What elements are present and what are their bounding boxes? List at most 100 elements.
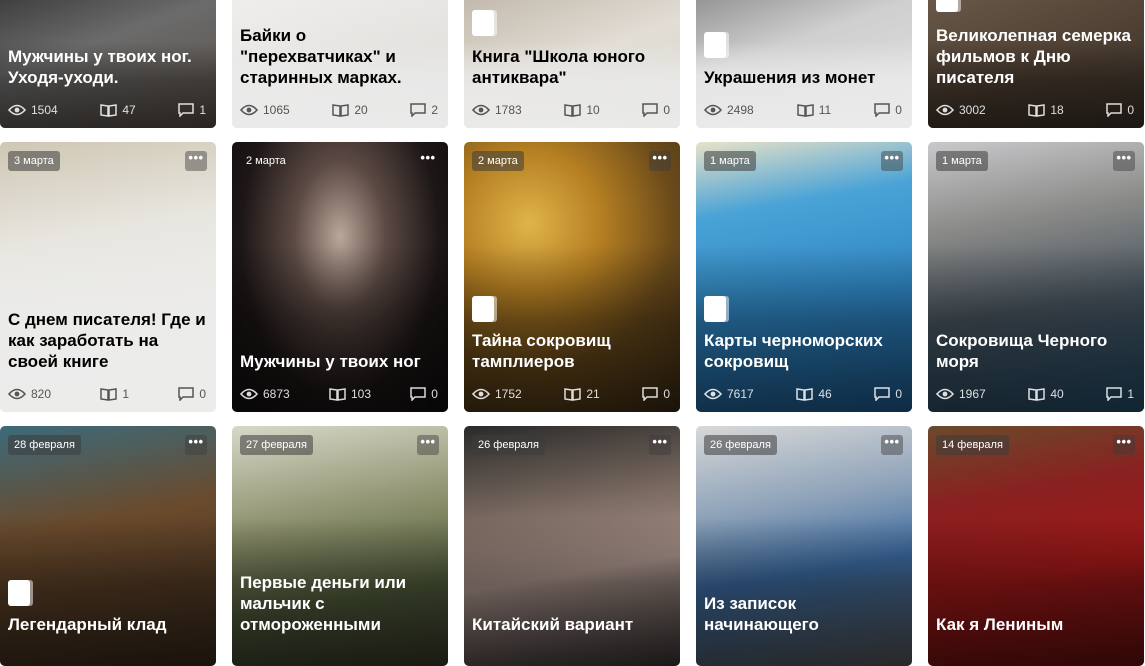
card-stats: 820 1 0	[8, 386, 206, 402]
article-card[interactable]: Украшения из монет 2498 11 0	[696, 0, 912, 128]
card-stats: 1752 21 0	[472, 386, 670, 402]
book-icon	[329, 388, 346, 401]
document-icon	[472, 296, 494, 322]
card-date: 3 марта	[8, 151, 60, 171]
card-date: 1 марта	[704, 151, 756, 171]
card-stats: 2498 11 0	[704, 102, 902, 118]
card-date: 14 февраля	[936, 435, 1009, 455]
article-card[interactable]: 1 марта ••• Сокровища Черного моря 1967 …	[928, 142, 1144, 412]
views-stat: 820	[8, 387, 51, 401]
card-title[interactable]: Украшения из монет	[704, 67, 904, 88]
more-dots-icon[interactable]: •••	[649, 151, 671, 171]
card-title[interactable]: Великолепная семерка фильмов к Дню писат…	[936, 25, 1136, 88]
card-stats: 1783 10 0	[472, 102, 670, 118]
more-dots-icon[interactable]: •••	[185, 435, 207, 455]
more-dots-icon[interactable]: •••	[649, 435, 671, 455]
article-card[interactable]: Мужчины у твоих ног. Уходя-уходи. 1504 4…	[0, 0, 216, 128]
card-title[interactable]: Сокровища Черного моря	[936, 330, 1136, 372]
card-date: 28 февраля	[8, 435, 81, 455]
card-title[interactable]: Как я Лениным	[936, 614, 1136, 635]
article-card[interactable]: 27 февраля ••• Первые деньги или мальчик…	[232, 426, 448, 666]
eye-icon	[704, 388, 722, 400]
comment-icon	[178, 103, 195, 117]
card-title[interactable]: Из записок начинающего	[704, 593, 904, 635]
eye-icon	[704, 104, 722, 116]
card-date: 27 февраля	[240, 435, 313, 455]
comments-stat: 1	[1106, 387, 1134, 401]
article-card[interactable]: Байки о "перехватчиках" и старинных марк…	[232, 0, 448, 128]
eye-icon	[8, 388, 26, 400]
article-card[interactable]: 26 февраля ••• Из записок начинающего	[696, 426, 912, 666]
article-card[interactable]: 1 марта ••• Карты черноморских сокровищ …	[696, 142, 912, 412]
document-icon	[936, 0, 958, 12]
article-card[interactable]: 2 марта ••• Мужчины у твоих ног 6873 103…	[232, 142, 448, 412]
card-stats: 1065 20 2	[240, 102, 438, 118]
article-card[interactable]: 28 февраля ••• Легендарный клад	[0, 426, 216, 666]
views-stat: 3002	[936, 103, 986, 117]
reads-stat: 47	[100, 103, 136, 117]
book-icon	[1028, 104, 1046, 117]
more-dots-icon[interactable]: •••	[185, 151, 207, 171]
card-stats: 1967 40 1	[936, 386, 1134, 402]
eye-icon	[472, 388, 490, 400]
card-title[interactable]: Первые деньги или мальчик с отмороженным…	[240, 572, 440, 635]
card-title[interactable]: Китайский вариант	[472, 614, 672, 635]
reads-stat: 20	[332, 103, 368, 117]
book-icon	[564, 388, 582, 401]
views-stat: 1752	[472, 387, 522, 401]
comment-icon	[410, 103, 427, 117]
comment-icon	[874, 103, 891, 117]
document-icon	[704, 32, 726, 58]
book-icon	[100, 388, 118, 401]
views-stat: 1065	[240, 103, 290, 117]
comments-stat: 0	[1106, 103, 1134, 117]
more-dots-icon[interactable]: •••	[417, 151, 439, 171]
card-stats: 3002 18 0	[936, 102, 1134, 118]
comment-icon	[642, 387, 659, 401]
comments-stat: 0	[874, 387, 902, 401]
reads-stat: 21	[564, 387, 600, 401]
more-dots-icon[interactable]: •••	[417, 435, 439, 455]
views-stat: 2498	[704, 103, 754, 117]
comment-icon	[1106, 103, 1123, 117]
comments-stat: 1	[178, 103, 206, 117]
card-title[interactable]: Тайна сокровищ тамплиеров	[472, 330, 672, 372]
card-title[interactable]: Мужчины у твоих ног. Уходя-уходи.	[8, 46, 208, 88]
comments-stat: 0	[178, 387, 206, 401]
eye-icon	[936, 104, 954, 116]
reads-stat: 46	[796, 387, 832, 401]
card-stats: 7617 46 0	[704, 386, 902, 402]
document-icon	[472, 10, 494, 36]
eye-icon	[240, 104, 258, 116]
more-dots-icon[interactable]: •••	[881, 151, 903, 171]
views-stat: 7617	[704, 387, 754, 401]
article-card[interactable]: 26 февраля ••• Китайский вариант	[464, 426, 680, 666]
comments-stat: 0	[642, 387, 670, 401]
article-card[interactable]: 3 марта ••• С днем писателя! Где и как з…	[0, 142, 216, 412]
article-card[interactable]: Великолепная семерка фильмов к Дню писат…	[928, 0, 1144, 128]
card-title[interactable]: Мужчины у твоих ног	[240, 351, 440, 372]
more-dots-icon[interactable]: •••	[881, 435, 903, 455]
article-card[interactable]: 14 февраля ••• Как я Лениным	[928, 426, 1144, 666]
comments-stat: 0	[410, 387, 438, 401]
more-dots-icon[interactable]: •••	[1113, 151, 1135, 171]
article-card[interactable]: Книга "Школа юного антиквара" 1783 10 0	[464, 0, 680, 128]
card-stats: 1504 47 1	[8, 102, 206, 118]
eye-icon	[936, 388, 954, 400]
eye-icon	[8, 104, 26, 116]
article-card[interactable]: 2 марта ••• Тайна сокровищ тамплиеров 17…	[464, 142, 680, 412]
comments-stat: 2	[410, 103, 438, 117]
comments-stat: 0	[874, 103, 902, 117]
more-dots-icon[interactable]: •••	[1113, 435, 1135, 455]
card-title[interactable]: Карты черноморских сокровищ	[704, 330, 904, 372]
eye-icon	[240, 388, 258, 400]
card-title[interactable]: Легендарный клад	[8, 614, 208, 635]
reads-stat: 11	[797, 103, 831, 117]
card-title[interactable]: Байки о "перехватчиках" и старинных марк…	[240, 25, 440, 88]
views-stat: 1783	[472, 103, 522, 117]
card-title[interactable]: Книга "Школа юного антиквара"	[472, 46, 672, 88]
card-title[interactable]: С днем писателя! Где и как заработать на…	[8, 309, 208, 372]
book-icon	[100, 104, 118, 117]
comment-icon	[410, 387, 427, 401]
card-stats: 6873 103 0	[240, 386, 438, 402]
